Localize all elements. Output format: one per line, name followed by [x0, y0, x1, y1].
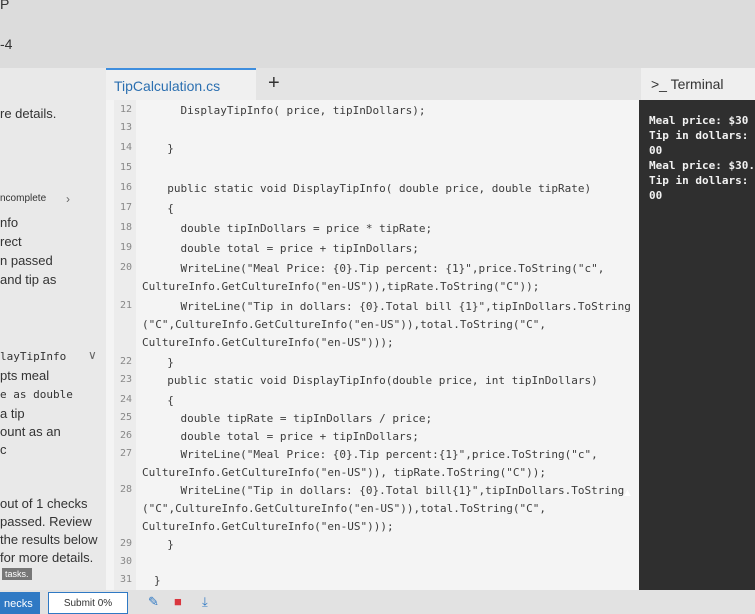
editor-tab-bar: TipCalculation.cs + >_ Terminal — [106, 68, 755, 100]
line-number: 27 — [119, 448, 132, 459]
code-line: CultureInfo.GetCultureInfo("en-US"))); — [142, 336, 394, 349]
line-number: 21 — [119, 300, 132, 311]
code-line: CultureInfo.GetCultureInfo("en-US")),tip… — [142, 280, 540, 293]
code-line: WriteLine("Tip in dollars: {0}.Total bil… — [154, 300, 631, 313]
line-number: 28 — [119, 484, 132, 495]
step-text-4: a tip — [0, 406, 25, 421]
tab-tipcalculation[interactable]: TipCalculation.cs — [106, 68, 256, 100]
code-line: CultureInfo.GetCultureInfo("en-US"))); — [142, 520, 394, 533]
code-line: WriteLine("Tip in dollars: {0}.Total bil… — [154, 484, 625, 497]
chevron-right-icon[interactable]: › — [66, 192, 70, 206]
code-line: ("C",CultureInfo.GetCultureInfo("en-US")… — [142, 318, 546, 331]
step-text-5: ount as an — [0, 424, 61, 439]
code-line: double tipRate = tipInDollars / price; — [154, 412, 433, 425]
terminal-line: Tip in dollars: — [649, 174, 749, 187]
line-number: 19 — [119, 242, 132, 253]
line-number: 30 — [119, 556, 132, 567]
code-line: CultureInfo.GetCultureInfo("en-US")), ti… — [142, 466, 546, 479]
step-text-3: e as double — [0, 388, 73, 401]
line-number: 16 — [119, 182, 132, 193]
task-text-4: and tip as — [0, 272, 57, 287]
line-number: 20 — [119, 262, 132, 273]
code-line: double tipInDollars = price * tipRate; — [154, 222, 433, 235]
code-line: public static void DisplayTipInfo( doubl… — [154, 182, 592, 195]
line-number: 23 — [119, 374, 132, 385]
step-text-1: layTipInfo — [0, 350, 67, 363]
code-line: { — [154, 394, 174, 407]
top-number: -4 — [0, 36, 13, 52]
line-number: 14 — [119, 142, 132, 153]
line-number: 15 — [119, 162, 132, 173]
terminal-line: Meal price: $30. — [649, 159, 755, 172]
step-text-6: c — [0, 442, 7, 457]
code-line: WriteLine("Meal Price: {0}.Tip percent: … — [154, 262, 605, 275]
incomplete-label[interactable]: ncomplete — [0, 193, 46, 204]
code-line: ("C",CultureInfo.GetCultureInfo("en-US")… — [142, 502, 546, 515]
tasks-badge[interactable]: tasks. — [2, 568, 32, 580]
task-text-1: nfo — [0, 215, 19, 230]
code-line: } — [154, 574, 161, 587]
code-line: } — [154, 142, 174, 155]
line-number: 22 — [119, 356, 132, 367]
bottom-bar: necks Submit 0% ✎ ■ ⤓ — [0, 590, 755, 614]
code-line: WriteLine("Meal Price: {0}.Tip percent:{… — [154, 448, 598, 461]
instructions-panel: re details. ncomplete › nfo rect n passe… — [0, 68, 115, 614]
pencil-icon[interactable]: ✎ — [148, 594, 159, 610]
step-text-2: pts meal — [0, 368, 50, 383]
line-number: 12 — [119, 104, 132, 115]
top-letter: P — [0, 0, 10, 12]
code-editor[interactable]: 12 DisplayTipInfo( price, tipInDollars);… — [106, 100, 639, 590]
tab-label: TipCalculation.cs — [114, 78, 221, 94]
task-text-3: n passed — [0, 253, 53, 268]
result-text-2: passed. Review — [0, 514, 92, 529]
line-number: 24 — [119, 394, 132, 405]
code-line: { — [154, 202, 174, 215]
code-line: public static void DisplayTipInfo(double… — [154, 374, 598, 387]
task-text-2: rect — [0, 234, 22, 249]
code-line: } — [154, 538, 174, 551]
add-tab-icon[interactable]: + — [268, 72, 280, 95]
result-text-4: for more details. — [0, 550, 94, 565]
checks-button[interactable]: necks — [0, 592, 40, 614]
chevron-down-icon[interactable]: ∨ — [88, 348, 97, 362]
result-text-3: the results below — [0, 532, 98, 547]
line-number: 26 — [119, 430, 132, 441]
mouse-cursor-icon: ▲ — [622, 487, 633, 499]
tab-terminal[interactable]: >_ Terminal — [641, 68, 755, 100]
terminal-tab-label: >_ Terminal — [651, 76, 724, 92]
code-line: DisplayTipInfo( price, tipInDollars); — [154, 104, 426, 117]
submit-button[interactable]: Submit 0% — [48, 592, 128, 614]
line-number: 13 — [119, 122, 132, 133]
details-text: re details. — [0, 106, 57, 121]
line-number: 31 — [119, 574, 132, 585]
code-line: } — [154, 356, 174, 369]
trash-icon[interactable]: ■ — [174, 594, 182, 609]
download-icon[interactable]: ⤓ — [202, 594, 208, 610]
top-bar: P -4 — [0, 0, 755, 68]
terminal-line: 00 — [649, 144, 663, 157]
line-number: 17 — [119, 202, 132, 213]
code-line: double total = price + tipInDollars; — [154, 430, 419, 443]
line-number: 18 — [119, 222, 132, 233]
terminal-line: Tip in dollars: — [649, 129, 749, 142]
terminal-line: 00 — [649, 189, 663, 202]
line-number: 29 — [119, 538, 132, 549]
terminal-panel[interactable]: Meal price: $30 Tip in dollars: 00 Meal pri… — [639, 100, 755, 590]
result-text-1: out of 1 checks — [0, 496, 88, 511]
line-number: 25 — [119, 412, 132, 423]
code-line: double total = price + tipInDollars; — [154, 242, 419, 255]
line-gutter — [114, 100, 136, 590]
terminal-line: Meal price: $30 — [649, 114, 749, 127]
